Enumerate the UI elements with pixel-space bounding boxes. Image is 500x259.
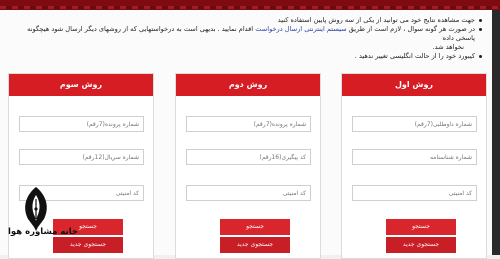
bullet-icon	[479, 55, 482, 58]
instruction-line-3: نخواهد شد.	[12, 43, 482, 52]
instructions-block: جهت مشاهده نتایج خود می توانید از یکی از…	[12, 16, 482, 61]
bullet-icon	[479, 19, 482, 22]
logo-text: خانه مشاوره هوا	[8, 227, 79, 237]
top-decorative-band	[0, 0, 500, 10]
pen-nib-icon	[25, 187, 47, 231]
instruction-text-1: جهت مشاهده نتایج خود می توانید از یکی از…	[277, 16, 475, 24]
panel-title-method-2: روش دوم	[176, 74, 320, 96]
file-number-input[interactable]	[19, 116, 144, 132]
watermark-logo: خانه مشاوره هوا	[0, 175, 95, 255]
panel-title-method-1: روش اول	[342, 74, 486, 96]
instruction-text-2a: در صورت هر گونه سوال ، لازم است از طریق	[348, 25, 475, 33]
new-search-button[interactable]: جستجوی جدید	[386, 237, 456, 253]
search-button[interactable]: جستجو	[220, 219, 290, 235]
tracking-code-input[interactable]	[186, 149, 311, 165]
instruction-line-4: کیبورد خود را از حالت انگلیسی تغییر ندهی…	[12, 52, 482, 61]
panel-method-1: روش اول جستجو جستجوی جدید	[341, 73, 487, 259]
panel-method-2: روش دوم جستجو جستجوی جدید	[175, 73, 321, 259]
bullet-icon	[479, 28, 482, 31]
instruction-text-4: کیبورد خود را از حالت انگلیسی تغییر ندهی…	[354, 52, 475, 60]
instruction-line-2: در صورت هر گونه سوال ، لازم است از طریق …	[12, 25, 482, 43]
panel-title-method-3: روش سوم	[9, 74, 153, 96]
candidate-number-input[interactable]	[352, 116, 477, 132]
new-search-button[interactable]: جستجوی جدید	[220, 237, 290, 253]
file-number-input[interactable]	[186, 116, 311, 132]
search-button[interactable]: جستجو	[386, 219, 456, 235]
instruction-line-1: جهت مشاهده نتایج خود می توانید از یکی از…	[12, 16, 482, 25]
security-code-input[interactable]	[352, 185, 477, 201]
security-code-input[interactable]	[186, 185, 311, 201]
serial-number-input[interactable]	[19, 149, 144, 165]
window-frame-edge	[492, 10, 500, 255]
instruction-text-3: نخواهد شد.	[432, 43, 464, 51]
online-request-link[interactable]: سیستم اینترنتی ارسال درخواست	[255, 25, 346, 33]
id-card-number-input[interactable]	[352, 149, 477, 165]
